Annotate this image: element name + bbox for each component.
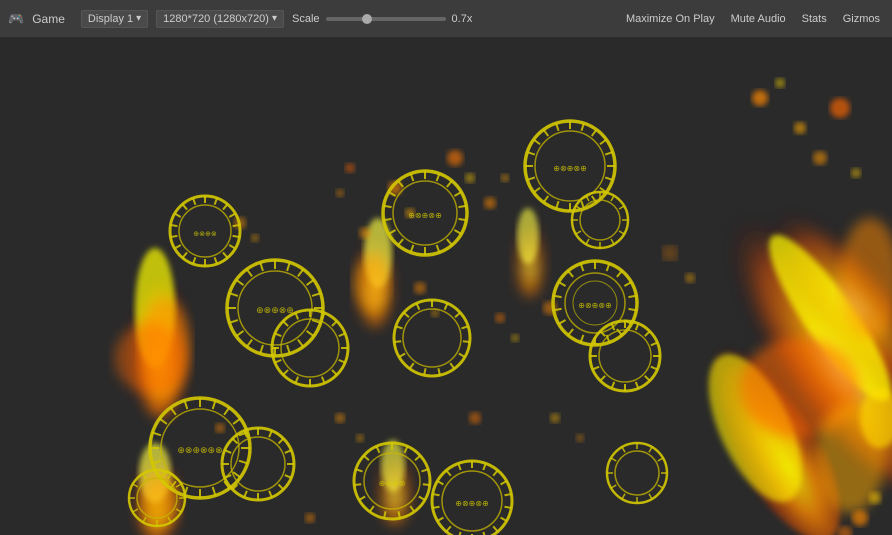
svg-text:⊕⊗⊕⊗⊕: ⊕⊗⊕⊗⊕ xyxy=(408,211,442,220)
rune-ring-8: ⊕⊗⊕⊗⊕ xyxy=(553,261,637,345)
stats-button[interactable]: Stats xyxy=(798,11,831,27)
game-viewport: ⊕⊗⊕⊗ xyxy=(0,38,892,535)
display-dropdown[interactable]: Display 1 xyxy=(81,10,148,28)
scale-label: Scale xyxy=(292,13,320,25)
display-selector[interactable]: Display 1 xyxy=(81,10,148,28)
top-bar: 🎮 Game Display 1 1280*720 (1280x720) Sca… xyxy=(0,0,892,38)
resolution-selector[interactable]: 1280*720 (1280x720) xyxy=(156,10,284,28)
game-tab-icon: 🎮 xyxy=(8,11,24,27)
svg-text:⊕⊗⊕⊗⊕: ⊕⊗⊕⊗⊕ xyxy=(455,499,489,508)
svg-text:⊕⊗⊕⊗⊕: ⊕⊗⊕⊗⊕ xyxy=(553,164,587,173)
svg-text:⊕⊗⊕⊗: ⊕⊗⊕⊗ xyxy=(379,479,406,488)
svg-text:⊕⊗⊕⊗⊕: ⊕⊗⊕⊗⊕ xyxy=(578,301,612,310)
scale-slider-track[interactable] xyxy=(326,17,446,21)
mute-audio-button[interactable]: Mute Audio xyxy=(727,11,790,27)
scale-value: 0.7x xyxy=(452,13,473,25)
scale-section: Scale 0.7x xyxy=(292,13,472,25)
game-tab-label: Game xyxy=(32,12,65,26)
resolution-dropdown[interactable]: 1280*720 (1280x720) xyxy=(156,10,284,28)
maximize-on-play-button[interactable]: Maximize On Play xyxy=(622,11,719,27)
svg-text:⊕⊗⊕⊗: ⊕⊗⊕⊗ xyxy=(193,230,217,238)
svg-text:⊕⊗⊕⊗⊕⊗: ⊕⊗⊕⊗⊕⊗ xyxy=(177,445,222,455)
gizmos-button[interactable]: Gizmos xyxy=(839,11,884,27)
scale-slider-thumb[interactable] xyxy=(362,14,372,24)
game-canvas: ⊕⊗⊕⊗ xyxy=(0,38,892,535)
svg-text:⊕⊗⊕⊗⊕: ⊕⊗⊕⊗⊕ xyxy=(256,305,294,315)
